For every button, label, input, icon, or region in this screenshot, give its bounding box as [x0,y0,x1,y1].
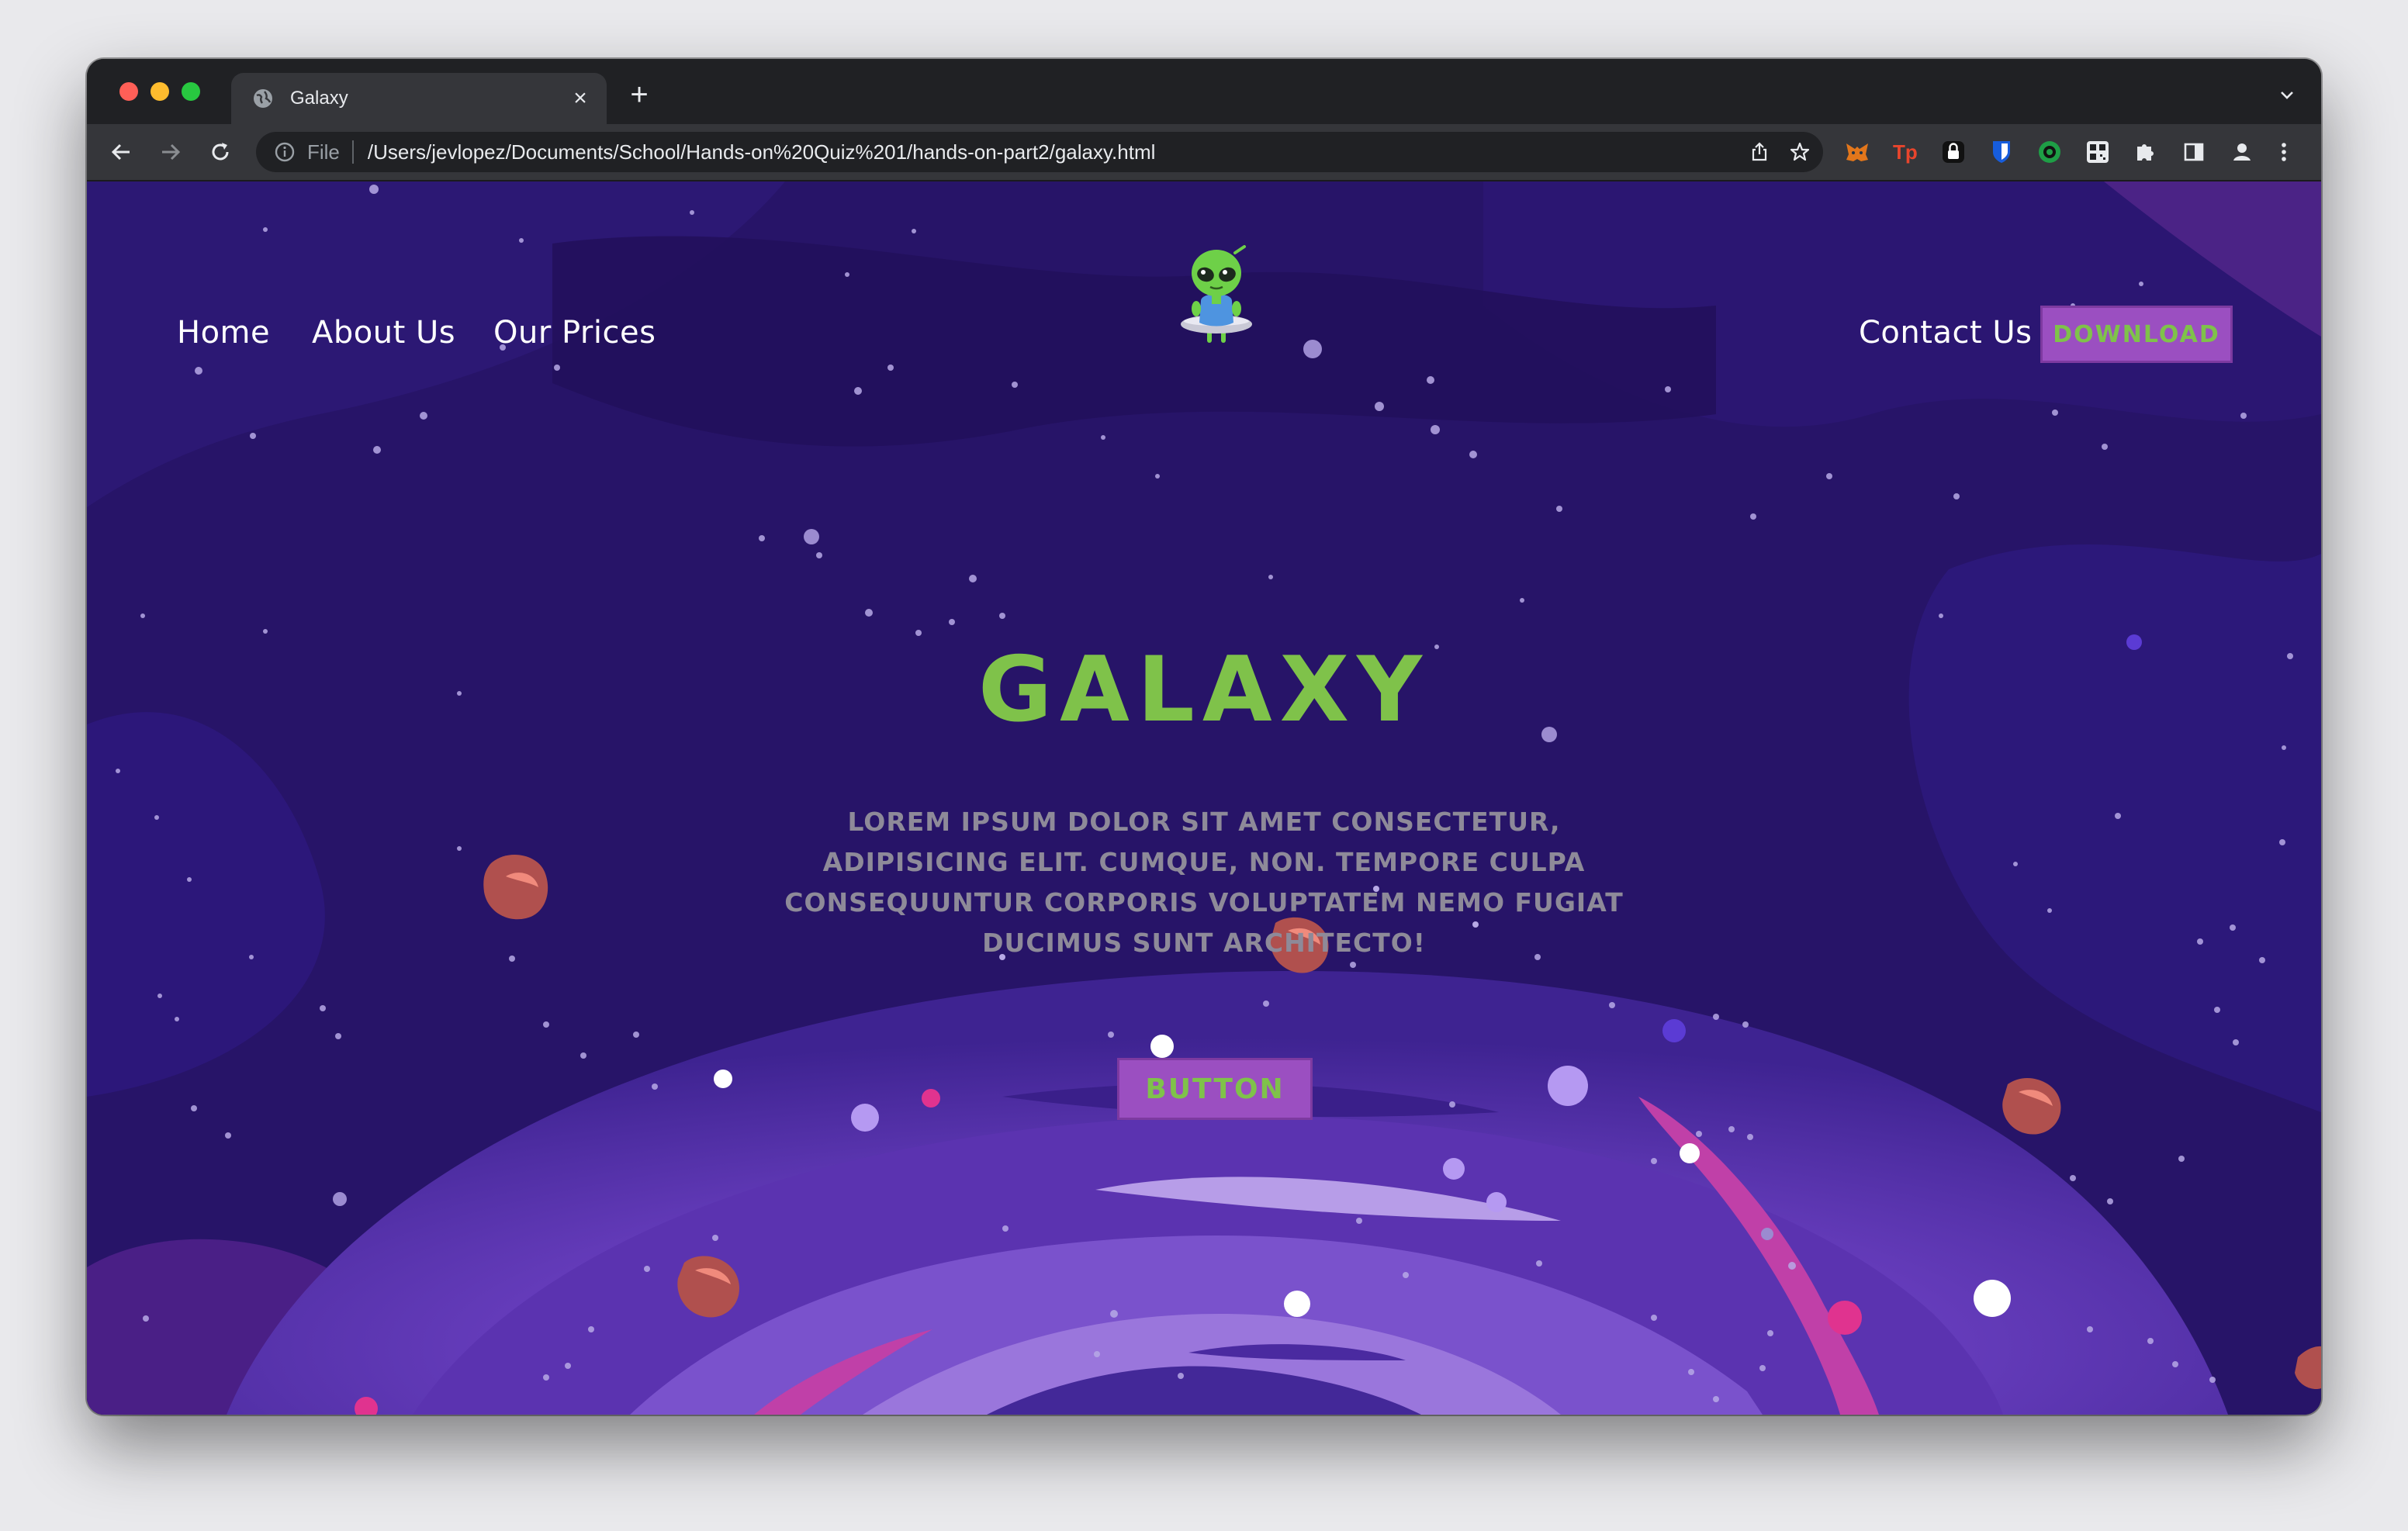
kebab-menu-icon[interactable] [2268,137,2299,168]
divider [351,140,354,164]
nav-our-prices-link[interactable]: Our Prices [493,315,656,351]
maximize-window-button[interactable] [182,82,200,101]
tab-close-icon[interactable]: × [565,83,596,114]
info-icon[interactable] [273,140,296,164]
nav-home-link[interactable]: Home [177,315,270,351]
tab-title: Galaxy [290,88,348,109]
hero-description: Lorem ipsum dolor sit amet consectetur, … [784,807,1624,958]
svg-text:Tp: Tp [1893,140,1918,164]
browser-window: Galaxy × + File /Users/jevlopez/Document… [87,59,2321,1415]
close-window-button[interactable] [119,82,138,101]
hero-button[interactable]: Button [1117,1058,1313,1120]
url-text[interactable]: /Users/jevlopez/Documents/School/Hands-o… [368,140,1742,164]
nav-about-us-link[interactable]: About Us [312,315,455,351]
galaxy-background [87,181,2321,1415]
tab-strip: Galaxy × + [87,59,2321,124]
alien-logo[interactable] [1178,245,1255,347]
puzzle-icon[interactable] [2130,137,2161,168]
reload-icon[interactable] [203,135,237,169]
nav-contact-us-link[interactable]: Contact Us [1859,315,2032,351]
tp-icon[interactable]: Tp [1890,137,1921,168]
tab-galaxy[interactable]: Galaxy × [231,73,607,124]
page-viewport: Home About Us Our Prices Contact Us Down… [87,181,2321,1415]
back-arrow-icon[interactable] [104,135,138,169]
green-circle-icon[interactable] [2034,137,2065,168]
globe-icon [251,87,275,110]
bookmark-star-icon[interactable] [1783,135,1817,169]
browser-toolbar: File /Users/jevlopez/Documents/School/Ha… [87,124,2321,181]
address-bar[interactable]: File /Users/jevlopez/Documents/School/Ha… [256,132,1823,172]
forward-arrow-icon[interactable] [154,135,188,169]
chevron-down-icon[interactable] [2271,79,2302,110]
new-tab-button[interactable]: + [622,78,656,112]
bitwarden-icon[interactable] [1986,137,2017,168]
download-button[interactable]: Download [2040,306,2233,363]
hero-title: Galaxy [977,638,1431,742]
share-icon[interactable] [1742,135,1777,169]
minimize-window-button[interactable] [150,82,169,101]
metamask-icon[interactable] [1842,137,1873,168]
side-panel-icon[interactable] [2178,137,2209,168]
url-scheme-label: File [307,140,340,164]
qr-code-icon[interactable] [2082,137,2113,168]
profile-avatar-icon[interactable] [2226,137,2258,168]
lock-icon[interactable] [1938,137,1969,168]
